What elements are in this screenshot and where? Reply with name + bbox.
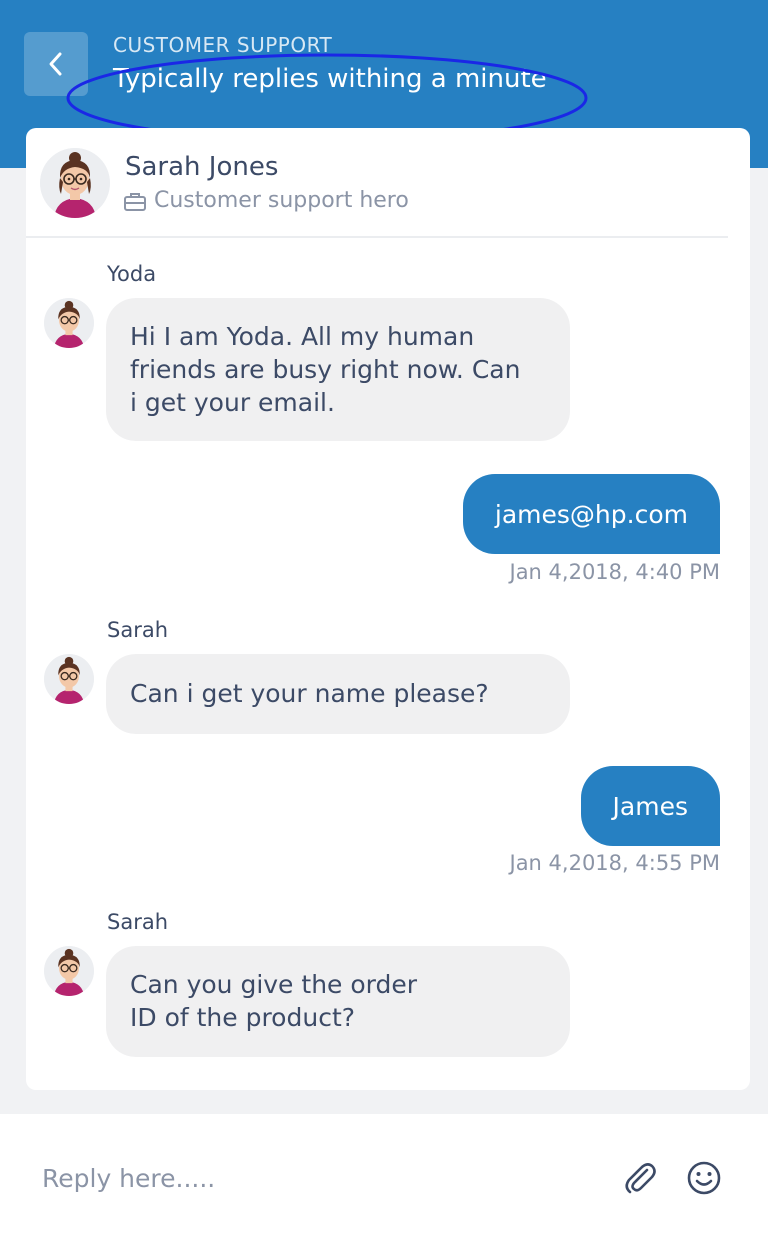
avatar: [44, 654, 94, 704]
chevron-left-icon: [49, 52, 62, 76]
avatar: [44, 298, 94, 348]
agent-info: Sarah Jones Customer support hero: [26, 128, 750, 238]
message-line: Can i get your name please?: [130, 679, 489, 708]
divider: [26, 236, 728, 238]
message-bubble-outgoing: james@hp.com: [462, 474, 720, 554]
message-line: Hi I am Yoda. All my human: [130, 322, 475, 351]
message-bubble: Can i get your name please?: [106, 654, 570, 734]
emoji-button[interactable]: [684, 1158, 724, 1198]
avatar: [44, 946, 94, 996]
paperclip-icon: [625, 1163, 656, 1194]
agent-role: Customer support hero: [154, 188, 409, 213]
message-line: friends are busy right now. Can: [130, 355, 521, 384]
message-line: ID of the product?: [130, 1003, 356, 1032]
message-line: Can you give the order: [130, 970, 418, 999]
message-sender: Sarah: [107, 910, 169, 934]
message-sender: Sarah: [107, 618, 169, 642]
reply-time-text: Typically replies withing a minute: [113, 64, 547, 94]
chat-card: Sarah Jones Customer support hero Yoda H…: [26, 128, 750, 1090]
attach-button[interactable]: [620, 1158, 660, 1198]
agent-name: Sarah Jones: [125, 152, 279, 182]
message-text: James: [612, 791, 688, 821]
back-button[interactable]: [24, 32, 88, 96]
message-bubble: Hi I am Yoda. All my human friends are b…: [106, 298, 570, 441]
message-timestamp: Jan 4,2018, 4:40 PM: [509, 560, 721, 584]
reply-input[interactable]: [42, 1158, 582, 1198]
header-label: CUSTOMER SUPPORT: [113, 33, 333, 57]
message-bubble: Can you give the order ID of the product…: [106, 946, 570, 1057]
reply-bar: [0, 1114, 768, 1242]
avatar: [40, 148, 110, 218]
message-line: i get your email.: [130, 388, 335, 417]
briefcase-icon: [124, 193, 146, 211]
message-bubble-outgoing: James: [580, 766, 720, 846]
message-text: james@hp.com: [494, 499, 688, 529]
message-sender: Yoda: [107, 262, 157, 286]
smiley-icon: [687, 1161, 721, 1195]
message-timestamp: Jan 4,2018, 4:55 PM: [509, 851, 721, 875]
